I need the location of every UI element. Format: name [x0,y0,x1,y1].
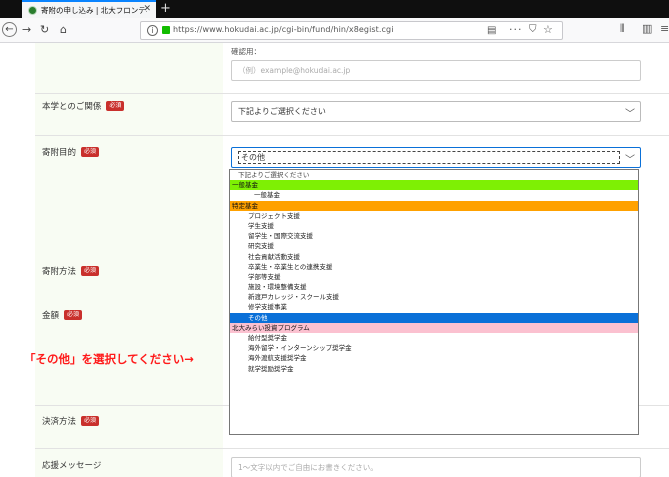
purpose-select[interactable]: その他 ﹀ [231,147,641,168]
sidebar-icon[interactable]: ▥ [642,22,652,35]
forward-icon[interactable]: → [22,23,31,37]
reload-icon[interactable]: ↻ [40,23,49,37]
tab-close-icon[interactable]: ✕ [143,4,151,14]
reader-view-icon[interactable]: ▤ [487,25,496,36]
page-content: 確認用： （例）example@hokudai.ac.jp 本学とのご関係 必須… [0,43,669,477]
bookmark-star-icon[interactable]: ☆ [543,23,553,36]
required-badge: 必須 [81,416,100,426]
purpose-label-text: 寄附目的 [42,148,77,158]
library-icon[interactable]: ⫴ [620,22,625,36]
menu-icon[interactable]: ≡ [660,22,669,35]
required-badge: 必須 [106,101,125,111]
dropdown-option[interactable]: 下記よりご選択ください [230,170,638,180]
url-text[interactable]: https://www.hokudai.ac.jp/cgi-bin/fund/h… [173,25,394,34]
dropdown-optgroup: 一般基金 [230,180,638,191]
message-label: 応援メッセージ [42,459,101,471]
dropdown-option[interactable]: 修学支援事業 [230,302,638,312]
dropdown-option[interactable]: 給付型奨学金 [230,333,638,343]
instruction-callout: 「その他」を選択してください→ [24,352,194,366]
email-confirm-label: 確認用： [231,47,261,56]
dropdown-option[interactable]: 留学生・国際交流支援 [230,231,638,241]
dropdown-option[interactable]: 就学奨励奨学金 [230,364,638,374]
chevron-down-icon: ﹀ [625,155,635,166]
site-info-icon[interactable]: i [147,25,158,36]
dropdown-option[interactable]: 海外留学・インターンシップ奨学金 [230,343,638,353]
address-bar[interactable]: i https://www.hokudai.ac.jp/cgi-bin/fund… [140,21,563,40]
amount-label-text: 金額 [42,311,60,321]
relation-select-value: 下記よりご選択ください [238,107,326,116]
message-label-text: 応援メッセージ [42,461,102,471]
payment-label: 決済方法 必須 [42,415,100,427]
tab-active[interactable]: 寄附の申し込み | 北大フロンティア ✕ [22,0,156,18]
dropdown-option[interactable]: 卒業生・卒業生との連携支援 [230,262,638,272]
dropdown-option[interactable]: 社会貢献活動支援 [230,252,638,262]
message-input[interactable]: 1～文字以内でご自由にお書きください。 [231,457,641,477]
dropdown-option[interactable]: プロジェクト支援 [230,211,638,221]
dropdown-option[interactable]: 研究支援 [230,241,638,251]
site-favicon-icon [28,5,37,15]
payment-label-text: 決済方法 [42,417,77,427]
purpose-select-value: その他 [238,151,620,164]
navigation-bar: ← → ↻ ⌂ i https://www.hokudai.ac.jp/cgi-… [0,18,669,43]
amount-label: 金額 必須 [42,309,83,321]
relation-label: 本学とのご関係 必須 [42,100,125,112]
dropdown-option[interactable]: その他 [230,312,638,323]
required-badge: 必須 [81,147,100,157]
tab-title: 寄附の申し込み | 北大フロンティア [41,5,147,15]
relation-label-text: 本学とのご関係 [42,102,102,112]
required-badge: 必須 [64,310,83,320]
row-divider [35,135,669,136]
dropdown-optgroup: 北大みらい投資プログラム [230,322,638,333]
purpose-label: 寄附目的 必須 [42,146,100,158]
dropdown-option[interactable]: 新渡戸カレッジ・スクール支援 [230,292,638,302]
pocket-icon[interactable]: ⛉ [529,24,537,35]
relation-select[interactable]: 下記よりご選択ください ﹀ [231,101,641,122]
dropdown-option[interactable]: 学部等支援 [230,272,638,282]
purpose-dropdown-list[interactable]: 下記よりご選択ください 一般基金 一般基金 特定基金 プロジェクト支援 学生支援 留学生・国… [229,169,639,435]
dropdown-optgroup: 特定基金 [230,200,638,211]
dropdown-option[interactable]: 一般基金 [230,190,638,200]
lock-icon[interactable] [162,26,170,34]
method-label-text: 寄附方法 [42,267,77,277]
row-divider [35,93,669,94]
home-icon[interactable]: ⌂ [60,23,67,37]
method-label: 寄附方法 必須 [42,265,100,277]
email-confirm-input[interactable]: （例）example@hokudai.ac.jp [231,60,641,81]
dropdown-option[interactable]: 施設・環境整備支援 [230,282,638,292]
required-badge: 必須 [81,266,100,276]
new-tab-icon[interactable]: + [160,0,171,17]
chevron-down-icon: ﹀ [625,109,635,120]
dropdown-option[interactable]: 海外渡航支援奨学金 [230,353,638,363]
page-actions-icon[interactable]: ··· [509,23,523,36]
row-divider [35,448,669,449]
back-icon[interactable]: ← [2,22,17,37]
dropdown-option[interactable]: 学生支援 [230,221,638,231]
tab-strip: 寄附の申し込み | 北大フロンティア ✕ + [0,0,669,18]
